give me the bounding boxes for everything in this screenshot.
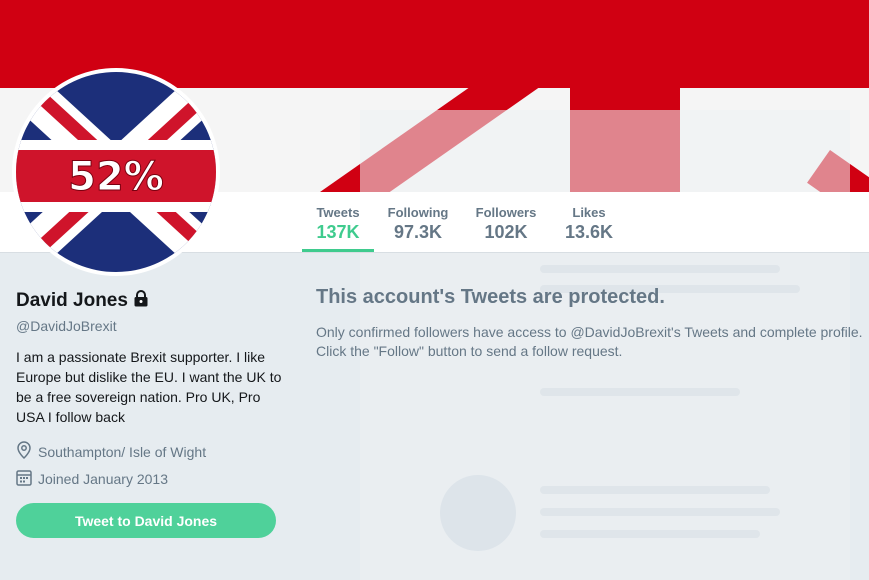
nav-likes-label: Likes [572,205,606,220]
lock-icon [133,290,149,312]
protected-message: Only confirmed followers have access to … [316,324,863,359]
nav-following-label: Following [387,205,449,220]
ghost-line [540,486,770,494]
ghost-line [540,508,780,516]
tweet-to-button[interactable]: Tweet to David Jones [16,503,276,538]
nav-likes-count: 13.6K [564,222,614,242]
nav-likes[interactable]: Likes 13.6K [558,192,620,252]
avatar-badge-text: 52% [68,154,164,200]
profile-bio: I am a passionate Brexit supporter. I li… [16,349,282,425]
profile-location: Southampton/ Isle of Wight [16,441,206,462]
nav-following[interactable]: Following 97.3K [384,192,452,252]
nav-followers-label: Followers [475,205,537,220]
location-text: Southampton/ Isle of Wight [38,443,207,460]
calendar-icon [16,469,38,489]
nav-tweets-label: Tweets [316,205,360,220]
profile-joined: Joined January 2013 [16,469,168,489]
ghost-avatar [440,475,516,551]
profile-avatar[interactable]: 52% [12,68,220,276]
ghost-line [540,388,740,396]
profile-handle[interactable]: @DavidJoBrexit [16,318,117,334]
joined-text: Joined January 2013 [38,471,168,487]
nav-tweets[interactable]: Tweets 137K [302,192,374,252]
profile-name: David Jones [16,290,128,311]
protected-title: This account's Tweets are protected. [316,286,665,308]
profile-name-row: David Jones [16,290,149,312]
nav-followers[interactable]: Followers 102K [472,192,540,252]
nav-followers-count: 102K [484,222,528,242]
nav-following-count: 97.3K [393,222,443,242]
nav-tweets-count: 137K [316,222,360,242]
location-pin-icon [16,441,38,462]
ghost-line [540,265,780,273]
union-jack-avatar-image: 52% [16,72,216,272]
ghost-line [540,530,760,538]
